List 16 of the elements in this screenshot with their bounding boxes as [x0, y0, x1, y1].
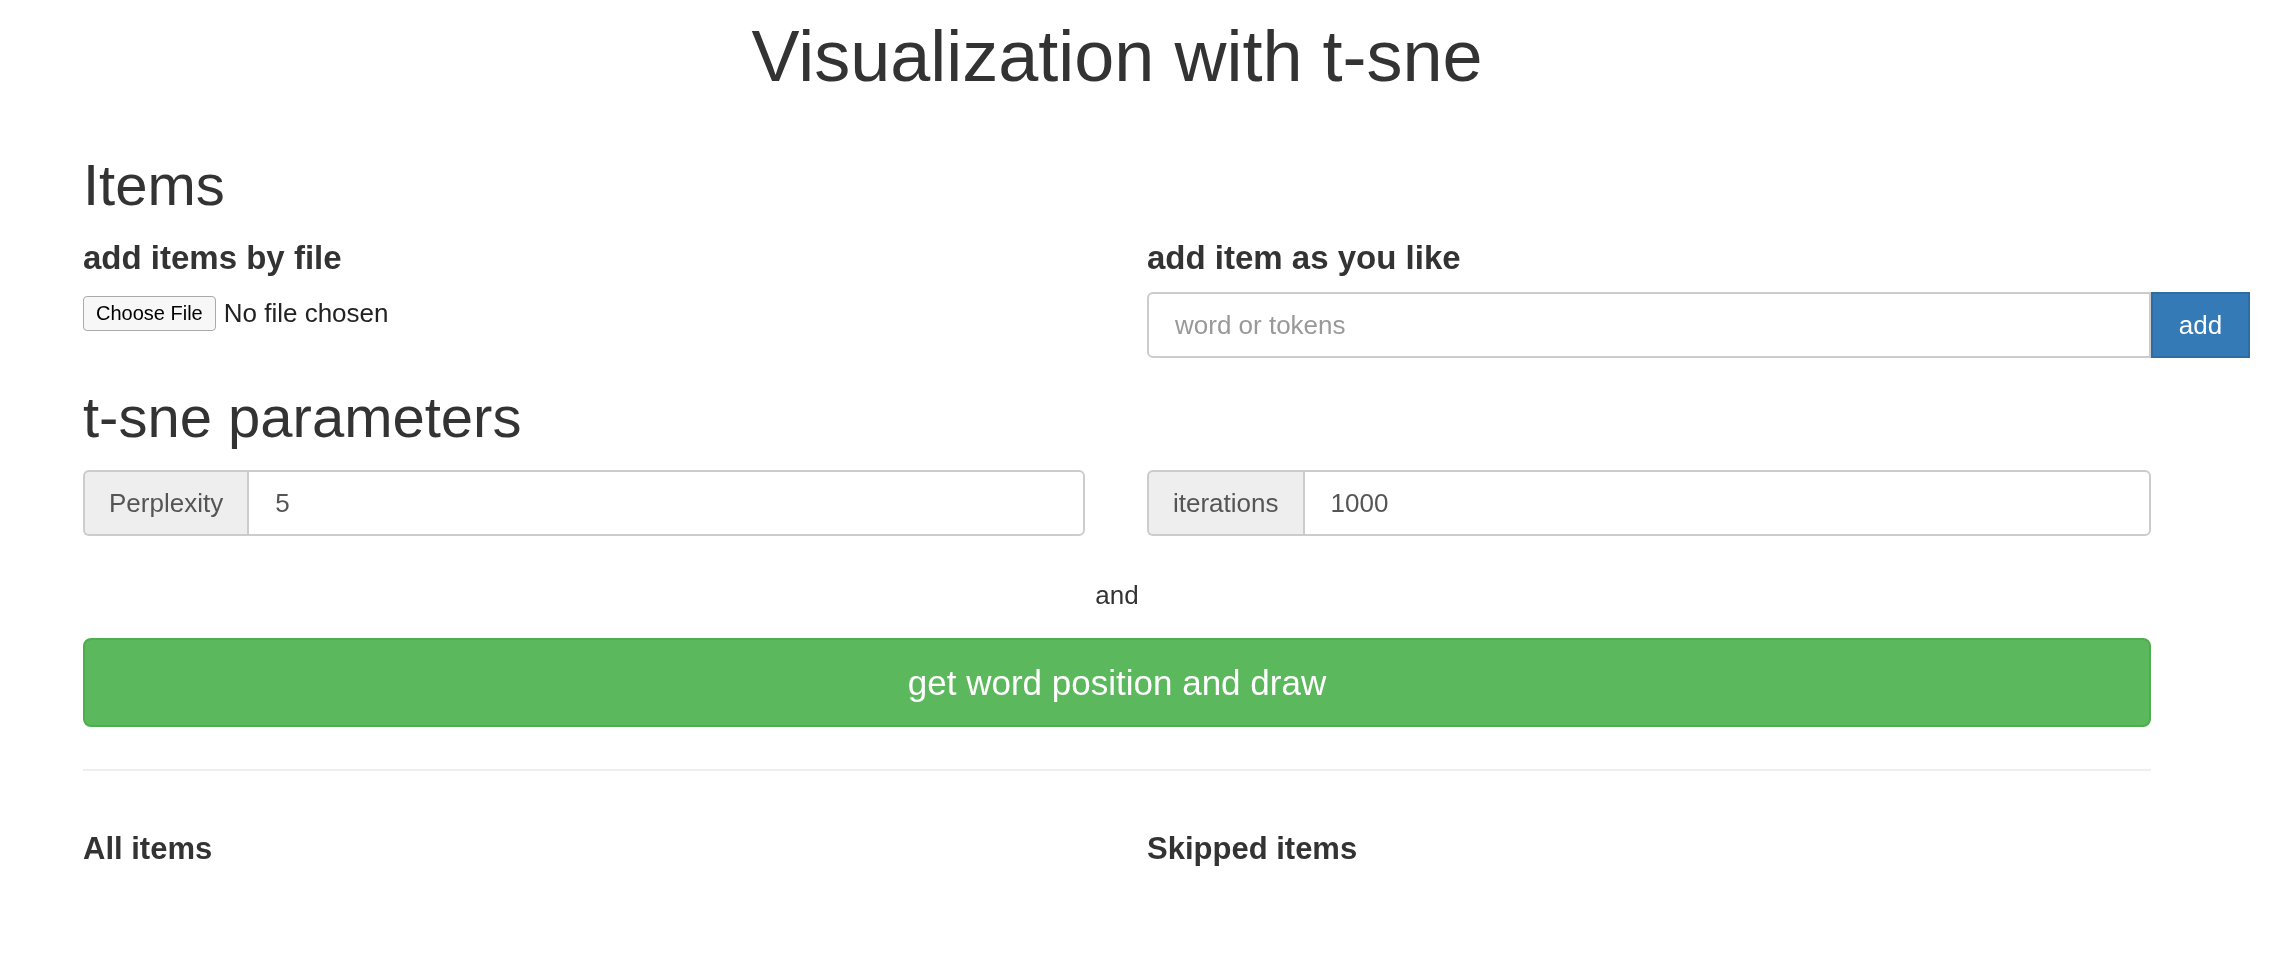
connector-text: and [1094, 580, 1140, 610]
add-button[interactable]: add [2151, 292, 2250, 358]
field-label: iterations [1147, 470, 1303, 536]
parameter-input-field[interactable]: 1000 [1302, 470, 2151, 536]
field-label: Perplexity [83, 470, 248, 536]
field-label: add item as you like [1147, 238, 1462, 278]
page-title: Visualization with t-sne [750, 15, 1484, 98]
file-status: No file chosen [223, 298, 389, 329]
choose-file-button[interactable]: Choose File [83, 296, 216, 331]
section-heading: Items [83, 152, 226, 218]
list-heading: Skipped items [1147, 830, 1359, 868]
field-label: add items by file [83, 238, 343, 278]
list-heading: All items [83, 830, 214, 868]
section-heading: t-sne parameters [83, 384, 523, 450]
item-input-field[interactable]: word or tokens [1147, 292, 2151, 358]
parameter-input-field[interactable]: 5 [247, 470, 1085, 536]
